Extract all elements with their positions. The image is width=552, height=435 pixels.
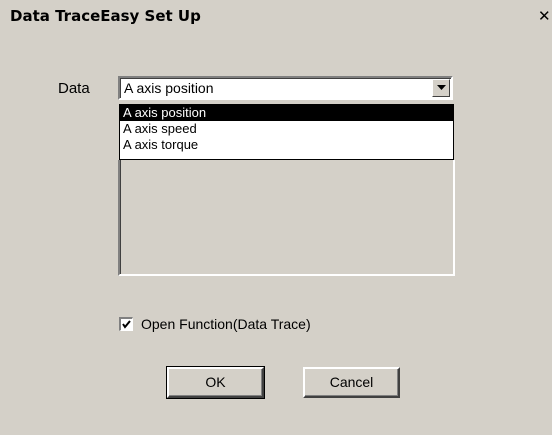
data-combobox[interactable]: A axis position (118, 76, 453, 100)
title-bar[interactable]: Data TraceEasy Set Up ✕ (0, 0, 552, 31)
data-list-box[interactable] (118, 160, 455, 276)
dropdown-option-a-axis-torque[interactable]: A axis torque (120, 137, 453, 153)
checkmark-icon (122, 320, 131, 329)
cancel-button[interactable]: Cancel (303, 367, 400, 398)
data-combobox-value: A axis position (124, 80, 214, 96)
ok-button[interactable]: OK (166, 366, 265, 399)
open-function-label: Open Function(Data Trace) (141, 316, 311, 332)
dropdown-option-a-axis-speed[interactable]: A axis speed (120, 121, 453, 137)
dropdown-button[interactable] (432, 79, 450, 97)
data-trace-setup-dialog: Data TraceEasy Set Up ✕ Data A axis posi… (0, 0, 552, 435)
open-function-checkbox[interactable] (119, 317, 133, 331)
data-label: Data (58, 80, 90, 97)
dropdown-option-a-axis-position[interactable]: A axis position (120, 105, 453, 121)
close-icon[interactable]: ✕ (538, 8, 552, 24)
chevron-down-icon (437, 85, 446, 90)
window-title: Data TraceEasy Set Up (10, 7, 201, 25)
data-dropdown-list[interactable]: A axis position A axis speed A axis torq… (119, 104, 454, 160)
